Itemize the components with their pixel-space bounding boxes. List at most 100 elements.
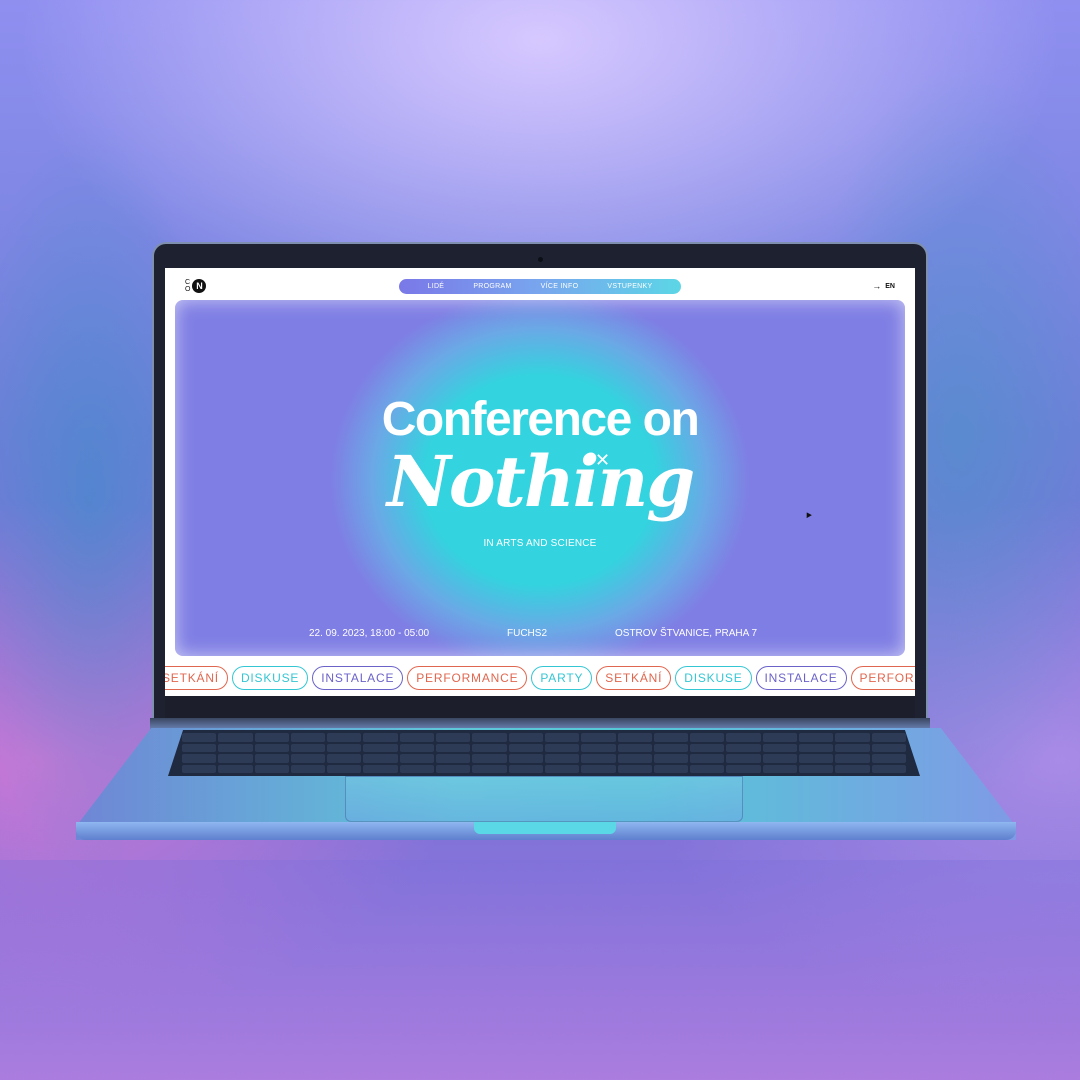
site-logo[interactable]: C O N [185,279,207,293]
keyboard-key [617,733,652,742]
tag-instalace[interactable]: INSTALACE [312,666,404,690]
keyboard-key [871,754,906,763]
keyboard-key [581,743,616,752]
keyboard-key [871,764,906,773]
event-address: OSTROV ŠTVANICE, PRAHA 7 [615,628,758,639]
keyboard-key [182,764,217,773]
keyboard-key [363,743,398,752]
keyboard-key [544,733,580,742]
keyboard-key [399,743,435,752]
tag-diskuse[interactable]: DISKUSE [231,666,309,690]
keyboard-key [399,754,435,763]
keyboard-key [363,733,398,742]
keyboard-key [544,754,580,763]
keyboard-key [690,733,725,742]
keyboard-key [363,754,398,763]
lid-notch [474,822,616,834]
keyboard-key [835,743,870,752]
keyboard-key [399,764,435,773]
keyboard-key [254,743,289,752]
keyboard-key [762,754,798,763]
keyboard-key [508,764,543,773]
keyboard-key [472,733,507,742]
tag-marquee: SETKÁNÍ DISKUSE INSTALACE PERFORMANCE PA… [165,664,915,692]
keyboard-key [762,764,798,773]
keyboard-key [182,743,217,752]
keyboard-key [182,733,217,742]
keyboard-key [472,764,507,773]
nav-item-program[interactable]: PROGRAM [473,283,511,290]
keyboard-key [617,754,652,763]
keyboard [168,730,920,776]
keyboard-key [472,754,507,763]
keyboard-key [726,733,761,742]
keyboard-key [726,764,761,773]
keyboard-key [544,764,580,773]
keyboard-key [508,733,543,742]
tag-party[interactable]: PARTY [531,666,593,690]
keyboard-key [726,743,761,752]
keyboard-key [690,764,725,773]
keyboard-key [726,754,761,763]
keyboard-key [436,733,471,742]
keyboard-key [508,754,543,763]
main-nav: LIDÉ PROGRAM VÍCE INFO VSTUPENKY [399,279,681,294]
sparkle-icon: ✕ [595,450,611,470]
event-venue: FUCHS2 [507,628,548,639]
tag-diskuse[interactable]: DISKUSE [675,666,752,690]
keyboard-key [327,743,362,752]
keyboard-key [617,743,652,752]
tag-performance[interactable]: PERFORMANCE [407,666,528,690]
nav-item-lide[interactable]: LIDÉ [428,283,445,290]
keyboard-key [290,764,326,773]
keyboard-key [508,743,543,752]
keyboard-key [653,754,689,763]
keyboard-key [290,754,326,763]
hero-title: Conference on [381,393,700,446]
tag-setkani[interactable]: SETKÁNÍ [165,666,228,690]
keyboard-key [218,764,253,773]
keyboard-key [799,733,834,742]
site-header: C O N LIDÉ PROGRAM VÍCE INFO VSTUPENKY →… [165,268,915,304]
keyboard-key [799,754,834,763]
keyboard-key [472,743,507,752]
keyboard-key [436,764,471,773]
keyboard-key [290,733,326,742]
nav-item-vice-info[interactable]: VÍCE INFO [541,283,579,290]
keyboard-key [653,743,689,752]
keyboard-key [653,733,689,742]
tag-setkani[interactable]: SETKÁNÍ [596,666,672,690]
keyboard-key [327,754,362,763]
keyboard-key [762,743,798,752]
keyboard-key [254,764,289,773]
keyboard-key [835,764,870,773]
keyboard-key [581,754,616,763]
keyboard-key [581,733,616,742]
keyboard-key [871,733,906,742]
logo-mark: N [192,279,207,293]
keyboard-key [218,743,253,752]
keyboard-key [653,764,689,773]
keyboard-key [617,764,652,773]
keyboard-key [690,754,725,763]
keyboard-key [762,733,798,742]
language-switch[interactable]: → EN [872,281,895,291]
event-date: 22. 09. 2023, 18:00 - 05:00 [309,628,430,639]
tag-performance-partial[interactable]: PERFORMA [850,666,915,690]
keyboard-key [835,733,870,742]
keyboard-key [436,743,471,752]
tag-instalace[interactable]: INSTALACE [755,666,847,690]
keyboard-key [799,743,834,752]
table-reflection [0,860,1080,1080]
keyboard-key [544,743,580,752]
keyboard-key [182,754,217,763]
webcam [538,257,543,262]
keyboard-key [254,754,289,763]
keyboard-key [690,743,725,752]
logo-letters: C O [185,279,190,293]
nav-item-vstupenky[interactable]: VSTUPENKY [607,283,652,290]
trackpad [345,776,743,822]
keyboard-key [290,743,326,752]
keyboard-key [871,743,906,752]
keyboard-key [835,754,870,763]
